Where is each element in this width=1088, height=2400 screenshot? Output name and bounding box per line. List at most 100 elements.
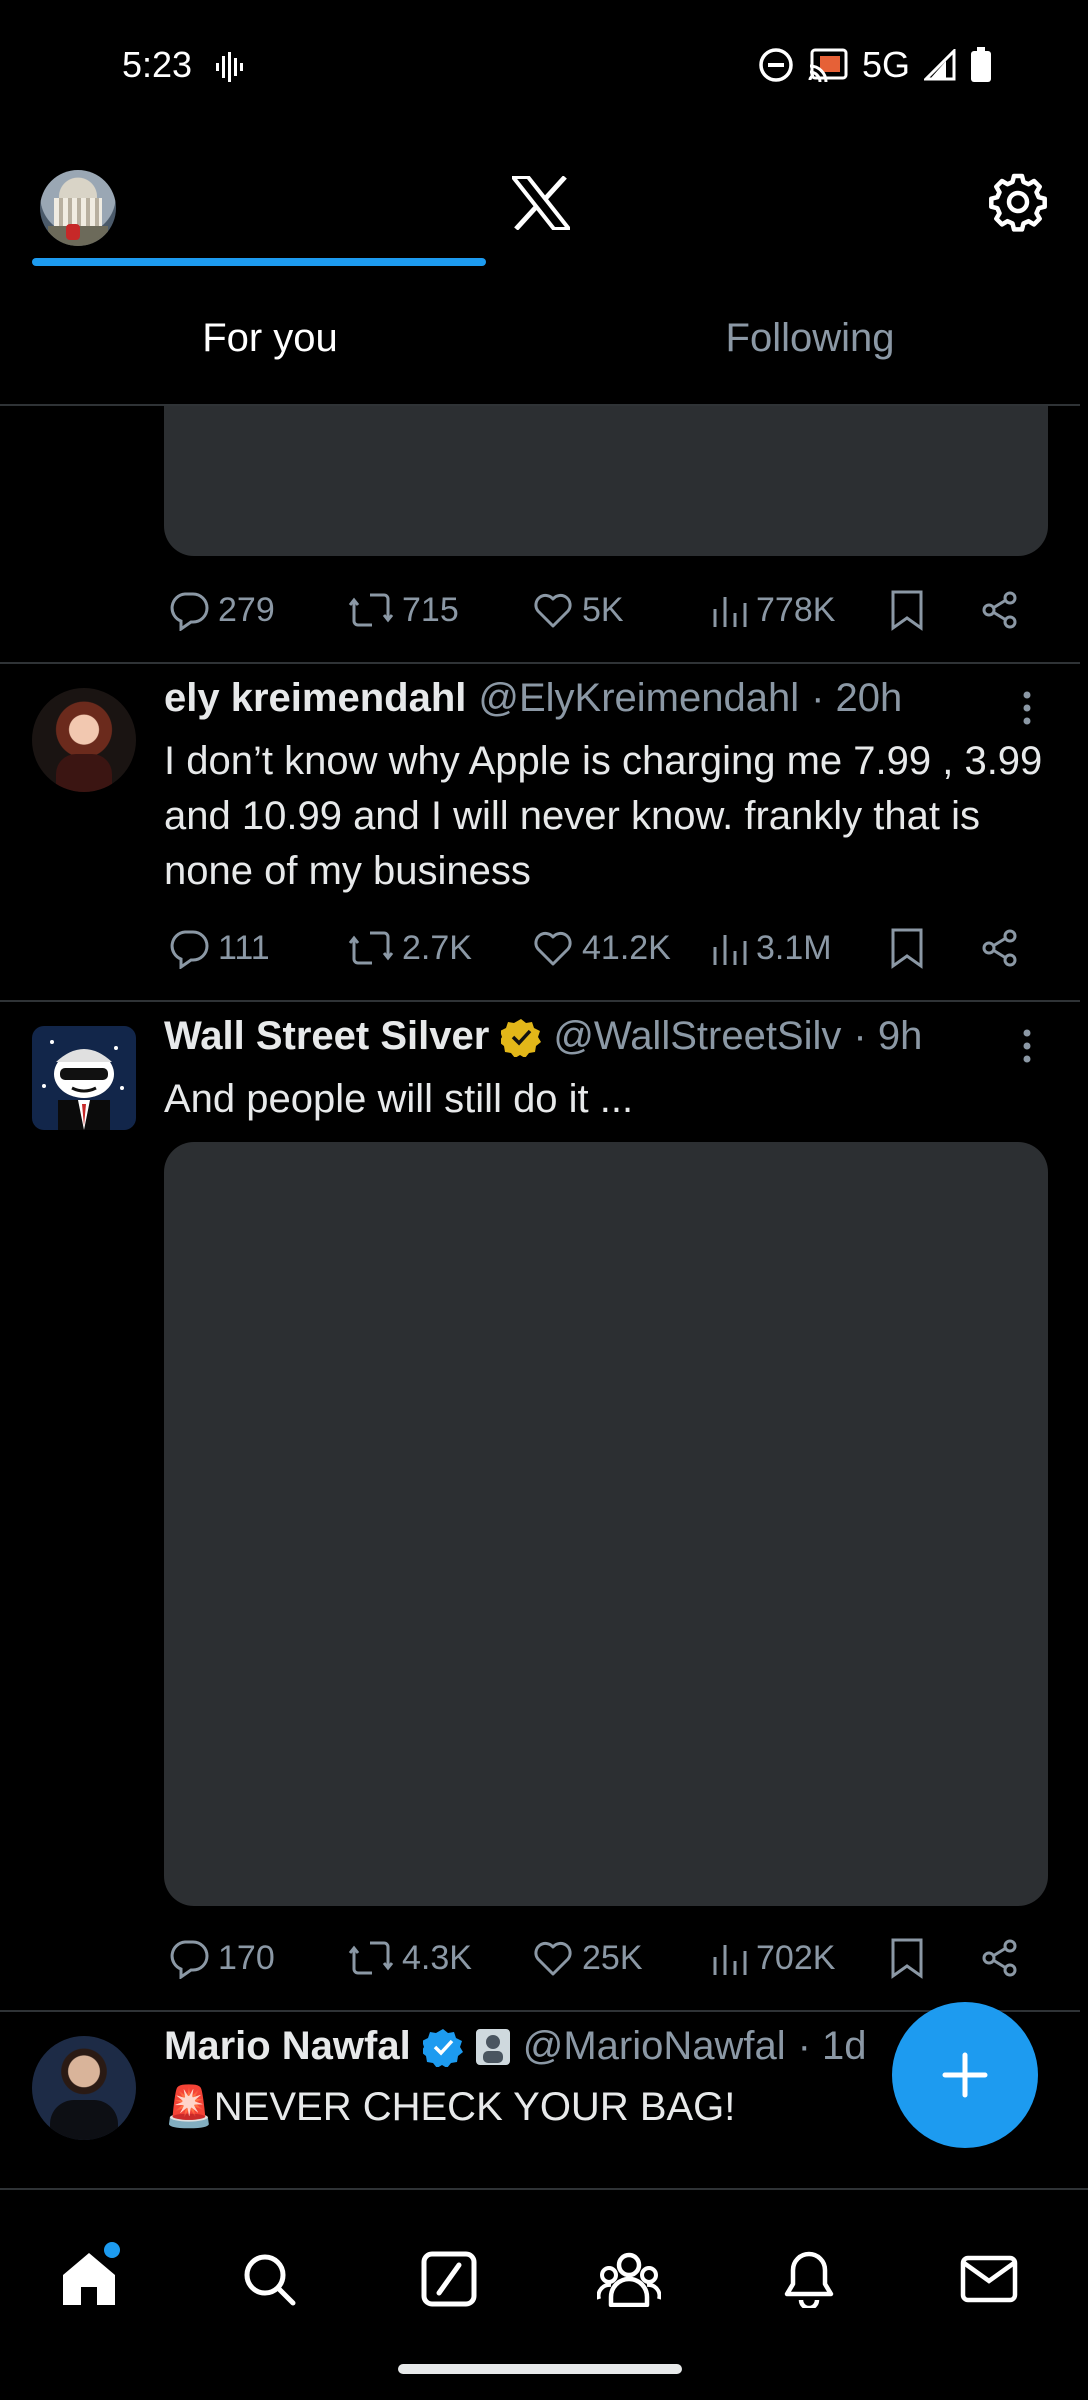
- post-media[interactable]: [164, 1142, 1048, 1906]
- like-button[interactable]: 41.2K: [532, 918, 671, 978]
- share-icon: [982, 1939, 1017, 1977]
- more-vertical-icon: [1023, 1029, 1031, 1063]
- nav-communities[interactable]: [584, 2234, 674, 2324]
- top-header: For you Following: [0, 136, 1088, 406]
- views-bar-icon: [713, 597, 747, 627]
- reply-count: 279: [218, 590, 275, 629]
- repost-icon: [348, 593, 394, 627]
- share-button[interactable]: [980, 918, 1020, 978]
- x-logo-icon: [512, 176, 570, 230]
- battery-icon: [971, 47, 991, 82]
- post-actions: 111 2.7K 41.2K 3.1M: [164, 918, 1034, 978]
- compose-post-button[interactable]: [892, 2002, 1038, 2148]
- avatar-body: [56, 754, 112, 792]
- bookmark-icon: [891, 928, 923, 969]
- bookmark-icon: [891, 1938, 923, 1979]
- home-notification-dot: [104, 2242, 120, 2258]
- reply-button[interactable]: 170: [168, 1928, 275, 1988]
- heart-icon: [534, 1941, 572, 1976]
- reply-icon: [170, 930, 209, 969]
- author-handle[interactable]: @WallStreetSilv: [553, 1014, 841, 1059]
- repost-count: 4.3K: [402, 1938, 472, 1977]
- do-not-disturb-icon: [759, 48, 793, 82]
- post-more-button[interactable]: [1010, 1016, 1044, 1076]
- profile-avatar[interactable]: [40, 170, 116, 246]
- post-media[interactable]: [164, 406, 1048, 556]
- tab-selected-indicator: [32, 258, 486, 266]
- post-actions: 170 4.3K 25K 702K: [164, 1928, 1034, 1988]
- nav-notifications[interactable]: [764, 2234, 854, 2324]
- post-header: ely kreimendahl @ElyKreimendahl · 20h: [164, 676, 902, 721]
- gesture-home-indicator[interactable]: [398, 2364, 682, 2374]
- blue-verified-badge-icon: [422, 2028, 463, 2067]
- reply-button[interactable]: 111: [168, 918, 270, 978]
- nav-home[interactable]: [44, 2234, 134, 2324]
- views-bar-icon: [713, 935, 747, 965]
- views-bar-icon: [713, 1945, 747, 1975]
- author-name[interactable]: Mario Nawfal: [164, 2024, 411, 2069]
- repost-button[interactable]: 2.7K: [348, 918, 472, 978]
- post-header: Mario Nawfal @MarioNawfal · 1d: [164, 2024, 867, 2069]
- views-count: 778K: [756, 590, 836, 629]
- repost-button[interactable]: 4.3K: [348, 1928, 472, 1988]
- cast-icon: [808, 48, 848, 82]
- like-count: 25K: [582, 1938, 643, 1977]
- tab-for-you[interactable]: For you: [0, 270, 540, 406]
- post-more-button[interactable]: [1010, 678, 1044, 738]
- share-button[interactable]: [980, 580, 1020, 640]
- status-bar: 5:23 5G: [0, 0, 1088, 136]
- signal-icon: [924, 49, 956, 81]
- home-icon: [63, 2253, 115, 2305]
- post-divider: [0, 662, 1080, 664]
- nav-messages[interactable]: [944, 2234, 1034, 2324]
- affiliate-badge-icon: [475, 2028, 510, 2065]
- author-avatar[interactable]: [32, 1026, 136, 1130]
- post-divider: [0, 2010, 1080, 2012]
- post-text: And people will still do it ...: [164, 1077, 634, 1121]
- post-divider: [0, 1000, 1080, 1002]
- bookmark-button[interactable]: [890, 918, 924, 978]
- views-button[interactable]: 3.1M: [712, 918, 832, 978]
- views-button[interactable]: 778K: [712, 580, 835, 640]
- status-icons: 5G: [758, 44, 992, 86]
- post-time: · 9h: [853, 1014, 923, 1058]
- settings-gear-icon[interactable]: [988, 172, 1048, 232]
- nav-grok[interactable]: [404, 2234, 494, 2324]
- author-handle[interactable]: @MarioNawfal: [523, 2024, 786, 2069]
- reply-button[interactable]: 279: [168, 580, 275, 640]
- bookmark-button[interactable]: [890, 1928, 924, 1988]
- post-time: · 1d: [797, 2024, 867, 2068]
- tab-following[interactable]: Following: [540, 270, 1080, 406]
- reply-icon: [170, 1940, 209, 1979]
- heart-icon: [534, 931, 572, 966]
- reply-count: 170: [218, 1938, 275, 1977]
- author-avatar[interactable]: [32, 688, 136, 792]
- views-count: 3.1M: [756, 928, 832, 967]
- share-button[interactable]: [980, 1928, 1020, 1988]
- views-count: 702K: [756, 1938, 836, 1977]
- share-icon: [982, 591, 1017, 629]
- more-vertical-icon: [1023, 691, 1031, 725]
- post-time: · 20h: [811, 676, 903, 720]
- notifications-bell-icon: [784, 2251, 834, 2308]
- views-button[interactable]: 702K: [712, 1928, 835, 1988]
- like-button[interactable]: 5K: [532, 580, 624, 640]
- like-button[interactable]: 25K: [532, 1928, 643, 1988]
- nav-search[interactable]: [224, 2234, 314, 2324]
- author-name[interactable]: Wall Street Silver: [164, 1014, 489, 1059]
- repost-icon: [348, 931, 394, 965]
- gold-verified-badge-icon: [501, 1018, 542, 1057]
- repost-count: 715: [402, 590, 459, 629]
- author-name[interactable]: ely kreimendahl: [164, 676, 466, 721]
- author-handle[interactable]: @ElyKreimendahl: [478, 676, 799, 721]
- bookmark-icon: [891, 590, 923, 631]
- grok-icon: [421, 2251, 477, 2307]
- repost-count: 2.7K: [402, 928, 472, 967]
- status-time: 5:23: [122, 44, 193, 85]
- repost-button[interactable]: 715: [348, 580, 459, 640]
- bookmark-button[interactable]: [890, 580, 924, 640]
- author-avatar[interactable]: [32, 2036, 136, 2140]
- communities-icon: [597, 2252, 661, 2307]
- repost-icon: [348, 1941, 394, 1975]
- post-actions: 279 715 5K 778K: [164, 580, 1034, 640]
